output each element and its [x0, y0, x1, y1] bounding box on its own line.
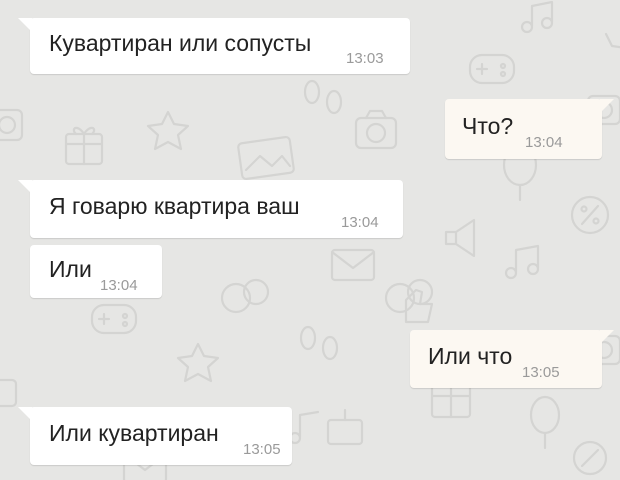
message-text: Кувартиран или сопусты [49, 29, 312, 56]
message-time: 13:03 [346, 50, 384, 67]
message-time: 13:05 [243, 441, 281, 458]
incoming-message[interactable]: Или кувартиран 13:05 [18, 407, 292, 465]
message-text: Или [49, 255, 92, 282]
incoming-message[interactable]: Или 13:04 [30, 245, 162, 298]
message-text: Или кувартиран [49, 419, 219, 446]
chat-history[interactable]: Кувартиран или сопусты 13:03 Что? 13:04 … [0, 0, 620, 480]
message-text: Или что [428, 342, 513, 369]
message-time: 13:04 [525, 134, 563, 151]
message-time: 13:04 [100, 277, 138, 294]
message-time: 13:04 [341, 214, 379, 231]
incoming-message[interactable]: Я говарю квартира ваш 13:04 [18, 180, 403, 238]
outgoing-message[interactable]: Что? 13:04 [445, 99, 614, 159]
incoming-message[interactable]: Кувартиран или сопусты 13:03 [18, 18, 410, 74]
message-time: 13:05 [522, 364, 560, 381]
message-text: Что? [462, 112, 514, 139]
message-text: Я говарю квартира ваш [49, 192, 300, 219]
outgoing-message[interactable]: Или что 13:05 [410, 330, 614, 388]
